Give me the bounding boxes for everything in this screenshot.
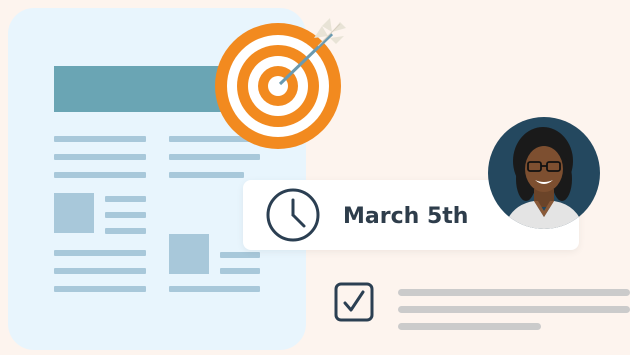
document-line bbox=[54, 268, 146, 274]
document-line bbox=[54, 250, 146, 256]
document-line bbox=[220, 268, 260, 274]
document-line bbox=[169, 154, 260, 160]
task-line bbox=[398, 323, 541, 330]
document-line bbox=[169, 286, 260, 292]
target-icon bbox=[210, 16, 350, 152]
document-image-placeholder bbox=[169, 234, 209, 274]
document-line bbox=[105, 212, 146, 218]
task-line bbox=[398, 289, 630, 296]
event-date-label: March 5th bbox=[343, 204, 469, 229]
document-line bbox=[54, 154, 146, 160]
document-line bbox=[54, 172, 146, 178]
document-line bbox=[169, 172, 244, 178]
document-image-placeholder bbox=[54, 193, 94, 233]
document-line bbox=[105, 228, 146, 234]
task-line bbox=[398, 306, 630, 313]
document-line bbox=[105, 196, 146, 202]
clock-icon bbox=[265, 187, 321, 243]
document-line bbox=[220, 252, 260, 258]
avatar bbox=[488, 117, 600, 229]
document-line bbox=[54, 286, 146, 292]
document-line bbox=[54, 136, 146, 142]
checkbox-icon bbox=[334, 282, 374, 322]
